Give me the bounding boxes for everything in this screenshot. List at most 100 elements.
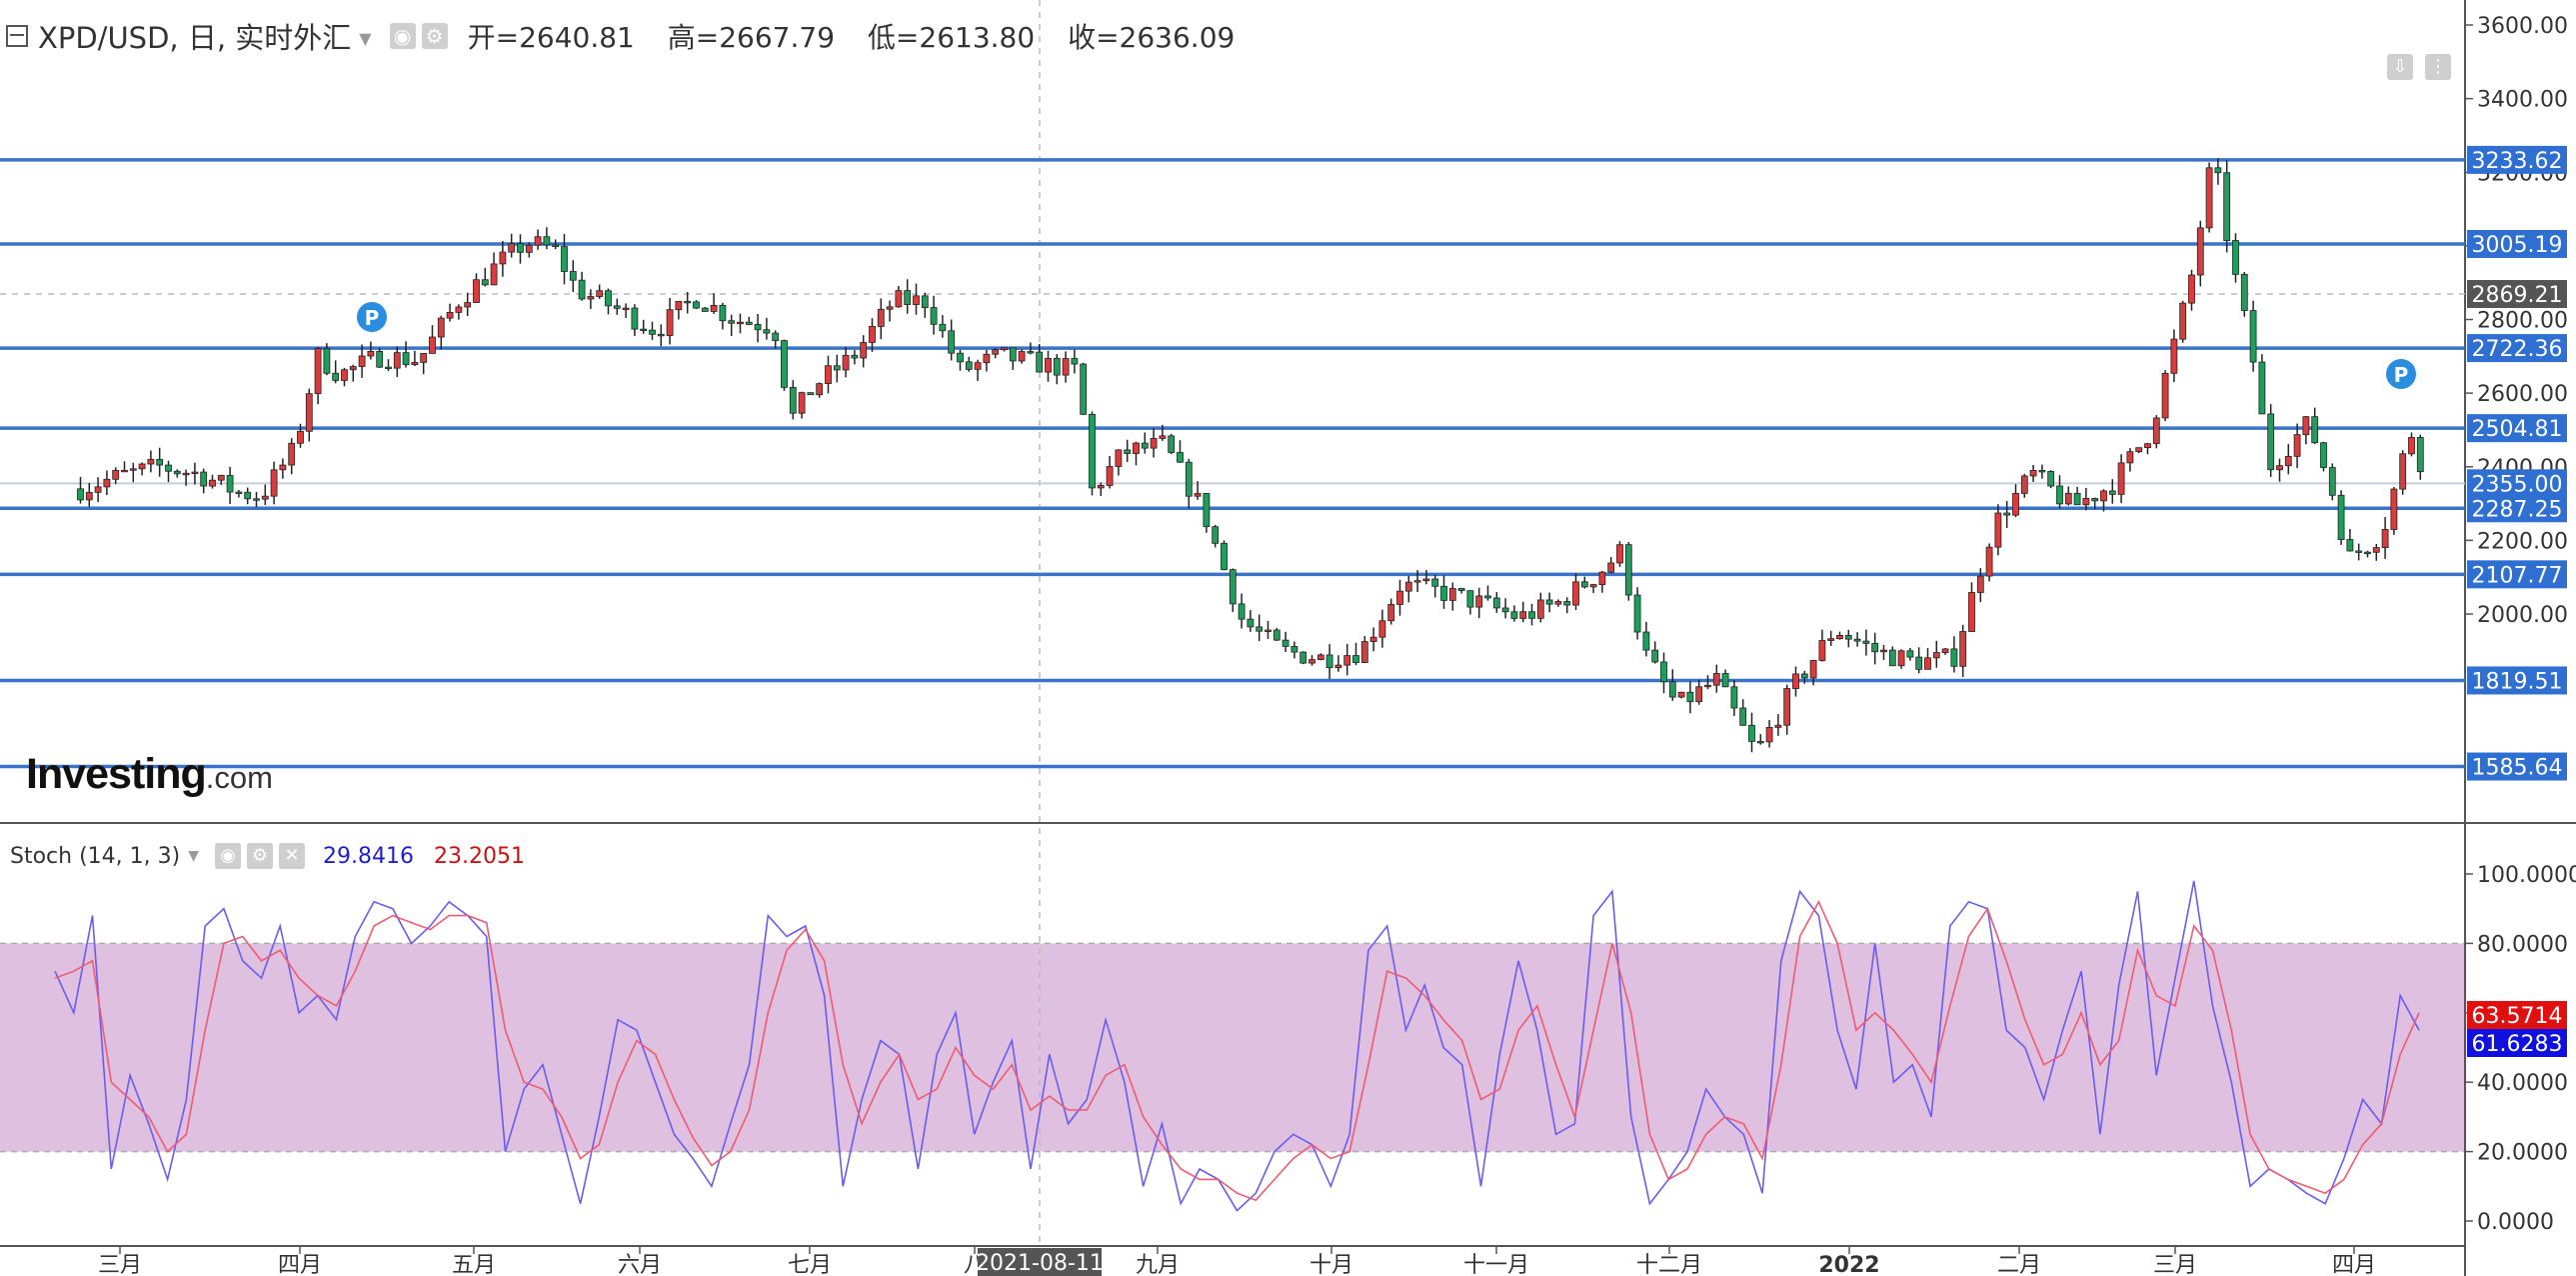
stoch-tick-label: 40.0000 bbox=[2477, 1071, 2568, 1096]
candle-body bbox=[332, 372, 340, 381]
candle-body bbox=[1150, 438, 1158, 449]
candle-body bbox=[1510, 611, 1518, 619]
candle-body bbox=[1475, 595, 1483, 608]
chart-actions: ⇩ ⋮ bbox=[2387, 54, 2457, 80]
candle-body bbox=[1159, 435, 1167, 439]
candle-body bbox=[1448, 588, 1456, 601]
candle-body bbox=[1089, 413, 1096, 489]
candle-body bbox=[1607, 562, 1615, 573]
candle-body bbox=[666, 309, 674, 337]
candle-body bbox=[2020, 475, 2028, 494]
candle-body bbox=[781, 340, 788, 388]
candle-body bbox=[1369, 636, 1377, 642]
gear-icon[interactable]: ⚙ bbox=[421, 23, 448, 49]
candle-body bbox=[1290, 646, 1298, 653]
candle-body bbox=[2108, 490, 2116, 495]
candle-body bbox=[1308, 659, 1315, 664]
candle-body bbox=[974, 362, 982, 370]
candle-body bbox=[1387, 604, 1395, 622]
candle-body bbox=[525, 244, 533, 253]
eye-icon[interactable]: ◉ bbox=[389, 23, 416, 49]
candle-body bbox=[2012, 493, 2019, 516]
candle-body bbox=[587, 296, 595, 300]
candle-body bbox=[1238, 603, 1246, 620]
candle-body bbox=[1880, 649, 1887, 653]
indicator-name[interactable]: Stoch (14, 1, 3) bbox=[10, 844, 180, 869]
level-label: 2107.77 bbox=[2472, 563, 2563, 588]
candle-body bbox=[1519, 611, 1527, 619]
candle-body bbox=[913, 295, 920, 305]
candle-body bbox=[2073, 492, 2081, 506]
price-tick-label: 2200.00 bbox=[2477, 529, 2568, 554]
candle-body bbox=[2408, 437, 2415, 455]
candle-body bbox=[1633, 594, 1641, 633]
candle-body bbox=[156, 459, 164, 466]
candle-body bbox=[675, 300, 683, 311]
candle-body bbox=[2320, 442, 2327, 468]
candle-body bbox=[2355, 550, 2363, 553]
chevron-down-icon[interactable]: ▼ bbox=[188, 848, 199, 864]
candle-body bbox=[1616, 544, 1623, 564]
close-icon[interactable]: ✕ bbox=[279, 843, 305, 869]
candle-body bbox=[1325, 654, 1333, 669]
price-tick-label: 2600.00 bbox=[2477, 382, 2568, 407]
candle-body bbox=[1457, 588, 1465, 592]
candle-body bbox=[2328, 467, 2336, 496]
candle-body bbox=[921, 295, 929, 308]
candle-body bbox=[631, 307, 639, 330]
candle-body bbox=[1203, 493, 1211, 528]
candle-body bbox=[77, 488, 84, 501]
candle-body bbox=[1221, 542, 1228, 571]
candle-body bbox=[2126, 451, 2134, 464]
candle-body bbox=[1985, 546, 1993, 577]
candle-body bbox=[2038, 470, 2046, 473]
candle-body bbox=[2232, 240, 2239, 275]
price-tick-label: 3600.00 bbox=[2477, 14, 2568, 39]
candle-body bbox=[2196, 227, 2204, 276]
candle-body bbox=[2161, 372, 2169, 419]
candle-body bbox=[1001, 347, 1008, 351]
candle-body bbox=[763, 329, 771, 334]
candle-body bbox=[173, 470, 181, 475]
candle-body bbox=[2152, 417, 2160, 445]
candle-body bbox=[983, 353, 991, 364]
candle-body bbox=[869, 326, 876, 343]
candle-body bbox=[1950, 648, 1958, 667]
price-tick-label: 3400.00 bbox=[2477, 88, 2568, 113]
chevron-down-icon[interactable]: ▼ bbox=[359, 29, 371, 48]
candle-body bbox=[860, 342, 868, 359]
collapse-icon[interactable] bbox=[6, 25, 28, 47]
candle-body bbox=[1360, 641, 1368, 663]
download-icon[interactable]: ⇩ bbox=[2387, 54, 2413, 80]
chart-canvas[interactable]: 2000.002200.002400.002600.002800.003000.… bbox=[0, 0, 2576, 1276]
candle-body bbox=[2337, 494, 2345, 540]
candle-body bbox=[842, 354, 850, 371]
candle-body bbox=[393, 352, 401, 369]
candle-body bbox=[1185, 461, 1193, 497]
candle-body bbox=[965, 361, 973, 370]
eye-icon[interactable]: ◉ bbox=[215, 843, 241, 869]
candle-body bbox=[772, 332, 780, 342]
candle-body bbox=[904, 290, 912, 305]
gear-icon[interactable]: ⚙ bbox=[247, 843, 273, 869]
candle-body bbox=[1265, 629, 1272, 632]
candle-body bbox=[745, 321, 753, 325]
candle-body bbox=[737, 321, 744, 325]
candle-body bbox=[1466, 590, 1474, 608]
symbol-title[interactable]: XPD/USD, 日, 实时外汇 bbox=[38, 15, 351, 57]
candle-body bbox=[1844, 635, 1852, 640]
d-value: 23.2051 bbox=[433, 843, 525, 869]
candle-body bbox=[1545, 599, 1553, 605]
candle-body bbox=[349, 366, 357, 371]
k-value: 29.8416 bbox=[323, 843, 414, 869]
candle-body bbox=[1299, 651, 1307, 664]
more-icon[interactable]: ⋮ bbox=[2425, 54, 2451, 80]
price-tick-label: 2000.00 bbox=[2477, 603, 2568, 628]
candle-body bbox=[1915, 656, 1923, 670]
candle-body bbox=[1836, 635, 1843, 640]
candle-body bbox=[701, 307, 709, 312]
candle-body bbox=[1888, 649, 1896, 667]
candle-body bbox=[1959, 631, 1967, 667]
time-tick-label: 五月 bbox=[452, 1253, 496, 1276]
candle-body bbox=[1168, 435, 1176, 453]
